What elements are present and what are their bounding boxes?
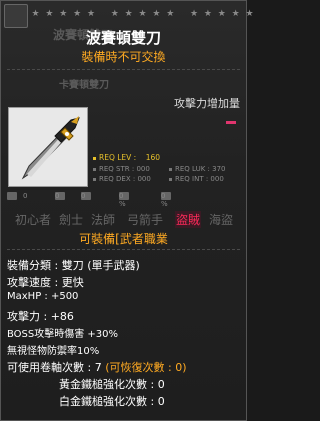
divider xyxy=(7,249,240,250)
stat-ignore-defense: 無視怪物防禦率10% xyxy=(7,346,100,357)
dagger-icon xyxy=(21,116,80,180)
star-icon: ★ xyxy=(124,9,134,19)
star-icon: ★ xyxy=(152,9,162,19)
star-icon: ★ xyxy=(231,9,241,19)
req-str: REQ STR : 000 xyxy=(93,165,150,173)
star-icon: ★ xyxy=(138,9,148,19)
stat-upgrade-slots: 可使用卷軸次數 : 7 (可恢復次數 : 0) xyxy=(7,361,187,374)
attack-increase-label: 攻擊力增加量 xyxy=(174,97,240,110)
restore-count: (可恢復次數 : 0) xyxy=(105,361,187,374)
req-luk: REQ LUK : 370 xyxy=(169,165,225,173)
job-mage: 法師 xyxy=(91,213,116,227)
req-level: REQ LEV : 160 xyxy=(93,153,160,162)
stat-maxhp: MaxHP : +500 xyxy=(7,291,79,302)
star-icon: ★ xyxy=(110,9,120,19)
job-pirate: 海盜 xyxy=(209,213,234,227)
star-icon: ★ xyxy=(31,9,41,19)
job-thief: 盜賊 xyxy=(175,211,202,228)
req-int: REQ INT : 000 xyxy=(169,175,224,183)
star-force-row: ★ ★ ★ ★ ★ ★ ★ ★ ★ ★ ★ ★ ★ ★ ★ xyxy=(31,9,255,19)
star-icon: ★ xyxy=(166,9,176,19)
corner-badge-icon xyxy=(4,4,28,28)
job-beginner: 初心者 xyxy=(15,213,52,227)
stat-attack-speed: 攻擊速度 : 更快 xyxy=(7,276,84,289)
stat-attack: 攻擊力 : +86 xyxy=(7,310,74,323)
ghost-title-2: 卡賽頓雙刀 xyxy=(59,80,109,91)
job-archer: 弓箭手 xyxy=(127,213,164,227)
star-icon: ★ xyxy=(73,9,83,19)
attack-increase-indicator xyxy=(226,121,236,124)
tool-icon xyxy=(7,192,17,200)
req-dex: REQ DEX : 000 xyxy=(93,175,151,183)
equippable-note: 可裝備[武者職業 xyxy=(79,232,168,246)
star-icon: ★ xyxy=(86,9,97,19)
item-title: 波賽頓雙刀 xyxy=(85,29,161,47)
stat-platinum-hammer: 白金鐵槌強化次數 : 0 xyxy=(59,395,165,408)
item-status-row: 0 0 0 0 % 0 % xyxy=(7,192,247,208)
trade-note: 裝備時不可交換 xyxy=(81,50,166,64)
star-icon: ★ xyxy=(59,9,69,19)
star-icon: ★ xyxy=(189,9,200,19)
star-icon: ★ xyxy=(217,9,227,19)
stat-boss-damage: BOSS攻擊時傷害 +30% xyxy=(7,329,119,340)
item-tooltip-window: ★ ★ ★ ★ ★ ★ ★ ★ ★ ★ ★ ★ ★ ★ ★ 波賽頓雙刀 卡賽頓雙… xyxy=(0,0,254,421)
star-icon: ★ xyxy=(45,9,55,19)
stat-gold-hammer: 黃金鐵槌強化次數 : 0 xyxy=(59,378,165,391)
job-warrior: 劍士 xyxy=(59,213,84,227)
item-image xyxy=(8,107,88,187)
star-icon: ★ xyxy=(203,9,213,19)
star-icon: ★ xyxy=(245,9,255,19)
stat-category: 裝備分類 : 雙刀 (單手武器) xyxy=(7,259,140,272)
divider xyxy=(7,69,240,70)
